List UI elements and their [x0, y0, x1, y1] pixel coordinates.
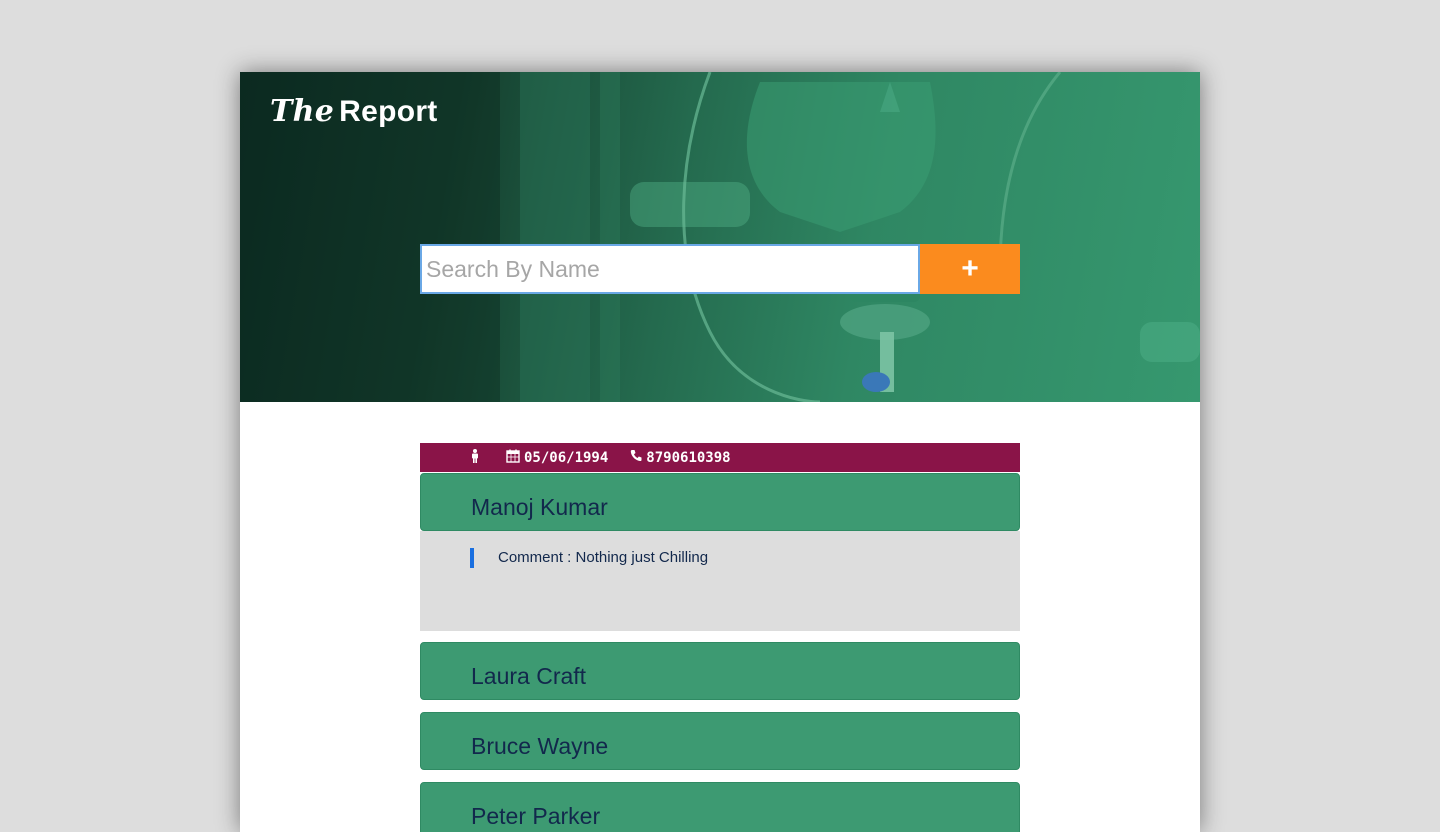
person-icon	[470, 448, 480, 467]
comment-text: Comment : Nothing just Chilling	[498, 549, 709, 566]
logo-word: Report	[339, 95, 438, 128]
calendar-icon	[506, 449, 520, 467]
person-name: Bruce Wayne	[471, 733, 609, 759]
person-name: Laura Craft	[471, 663, 587, 689]
search-input[interactable]	[420, 244, 920, 294]
person-entry[interactable]: Laura Craft	[420, 642, 1020, 700]
person-info-bar: 05/06/1994 8790610398	[420, 443, 1020, 472]
logo-prefix: The	[270, 94, 335, 129]
dob-text: 05/06/1994	[524, 449, 609, 466]
person-entry[interactable]: Peter Parker	[420, 782, 1020, 832]
hero-banner: TheReport +	[240, 72, 1200, 402]
comment-accent-bar	[470, 548, 474, 568]
person-name: Peter Parker	[471, 803, 601, 829]
phone-icon	[630, 449, 642, 466]
person-name: Manoj Kumar	[471, 494, 608, 520]
person-entry-selected[interactable]: Manoj Kumar	[420, 473, 1020, 531]
report-card: TheReport + 05/06/1994 8790610398 Manoj …	[240, 72, 1200, 832]
search-bar: +	[420, 244, 1020, 294]
person-entry[interactable]: Bruce Wayne	[420, 712, 1020, 770]
people-list: 05/06/1994 8790610398 Manoj Kumar Commen…	[420, 443, 1020, 832]
app-logo[interactable]: The Report	[270, 94, 438, 129]
comment-panel: Comment : Nothing just Chilling	[420, 531, 1020, 631]
phone-text: 8790610398	[646, 449, 731, 466]
add-button[interactable]: +	[920, 244, 1020, 294]
